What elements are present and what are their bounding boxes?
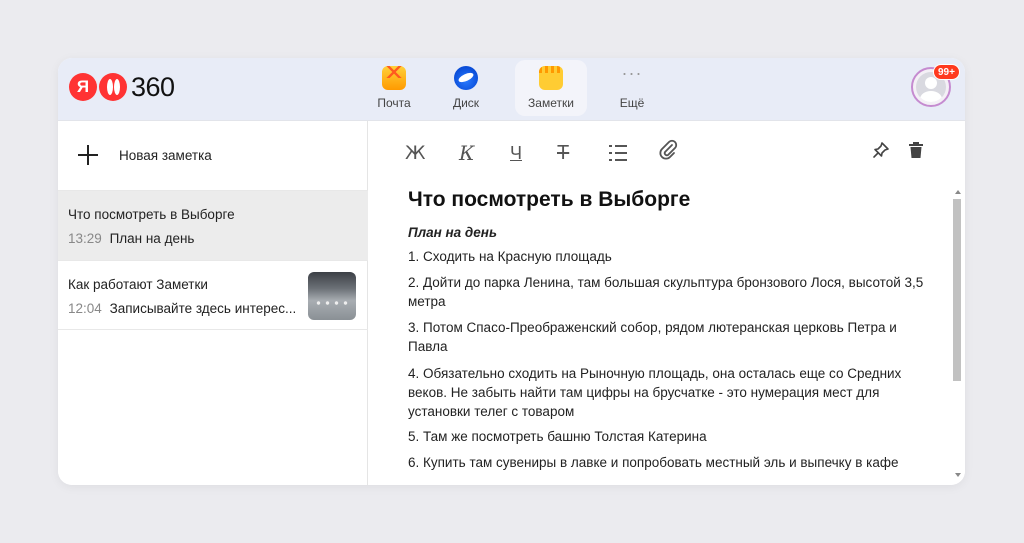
note-title: Как работают Заметки — [68, 277, 208, 292]
notes-sidebar: Новая заметка Что посмотреть в Выборге 1… — [58, 121, 368, 485]
nav-item-disk[interactable]: Диск — [430, 60, 502, 116]
nav-item-notes[interactable]: Заметки — [515, 60, 587, 116]
app-header: Я 360 Почта Диск Заметки ··· Ещё 99+ — [58, 58, 965, 121]
pin-icon — [873, 142, 889, 158]
nav-item-mail[interactable]: Почта — [358, 60, 430, 116]
nav-label: Ещё — [619, 96, 645, 110]
disk-icon — [454, 66, 478, 90]
pin-button[interactable] — [872, 141, 890, 163]
strikethrough-button[interactable]: Т — [557, 143, 569, 163]
list-line — [609, 159, 627, 161]
new-note-label: Новая заметка — [119, 148, 212, 163]
note-meta: 12:04 Записывайте здесь интерес... — [68, 301, 296, 316]
notification-badge: 99+ — [933, 64, 960, 80]
format-toolbar: Ж К Ч Т — [369, 121, 965, 181]
note-paragraph[interactable]: 1. Сходить на Красную площадь — [408, 247, 928, 266]
nav-item-more[interactable]: ··· Ещё — [596, 60, 668, 116]
nav-label: Почта — [377, 96, 411, 110]
note-preview: План на день — [109, 231, 195, 246]
nav-label: Заметки — [528, 96, 574, 110]
note-paragraph[interactable]: 3. Потом Спасо-Преображенский собор, ряд… — [408, 318, 928, 356]
app-window: Я 360 Почта Диск Заметки ··· Ещё 99+ Нов… — [58, 58, 965, 485]
logo-ball-icon — [99, 73, 127, 101]
logo-text: 360 — [131, 71, 175, 102]
yandex-logo-icon: Я — [69, 73, 97, 101]
yandex-360-logo[interactable]: Я 360 — [69, 72, 175, 102]
trash-icon — [909, 142, 923, 158]
nav-label: Диск — [452, 96, 480, 110]
note-paragraph[interactable]: 5. Там же посмотреть башню Толстая Катер… — [408, 427, 928, 446]
note-paragraph[interactable]: 4. Обязательно сходить на Рыночную площа… — [408, 364, 928, 421]
more-icon: ··· — [621, 63, 643, 83]
scroll-down-arrow[interactable] — [955, 473, 961, 477]
bold-button[interactable]: Ж — [405, 143, 425, 163]
note-heading[interactable]: Что посмотреть в Выборге — [408, 188, 690, 212]
note-paragraph[interactable]: 6. Купить там сувениры в лавке и попробо… — [408, 453, 928, 472]
mail-icon — [382, 66, 406, 90]
note-preview: Записывайте здесь интерес... — [109, 301, 297, 316]
paperclip-icon — [659, 139, 678, 160]
note-meta: 13:29 План на день — [68, 231, 194, 246]
scroll-up-arrow[interactable] — [955, 190, 961, 194]
list-line — [609, 145, 627, 147]
note-list-item[interactable]: Как работают Заметки 12:04 Записывайте з… — [58, 260, 368, 330]
note-thumbnail — [308, 272, 356, 320]
delete-button[interactable] — [908, 141, 924, 163]
note-list-item[interactable]: Что посмотреть в Выборге 13:29 План на д… — [58, 190, 368, 260]
plus-icon — [78, 145, 98, 165]
note-subheading[interactable]: План на день — [408, 225, 497, 240]
attach-button[interactable] — [658, 139, 678, 165]
list-line — [609, 152, 627, 154]
bullet-list-button[interactable] — [609, 145, 627, 161]
editor-scrollbar-thumb[interactable] — [953, 199, 961, 381]
note-time: 13:29 — [68, 231, 102, 246]
italic-button[interactable]: К — [459, 143, 474, 163]
note-paragraph[interactable]: 2. Дойти до парка Ленина, там большая ск… — [408, 273, 928, 311]
note-time: 12:04 — [68, 301, 102, 316]
underline-button[interactable]: Ч — [510, 143, 522, 163]
new-note-button[interactable]: Новая заметка — [58, 121, 368, 190]
notes-icon — [539, 66, 563, 90]
note-title: Что посмотреть в Выборге — [68, 207, 235, 222]
